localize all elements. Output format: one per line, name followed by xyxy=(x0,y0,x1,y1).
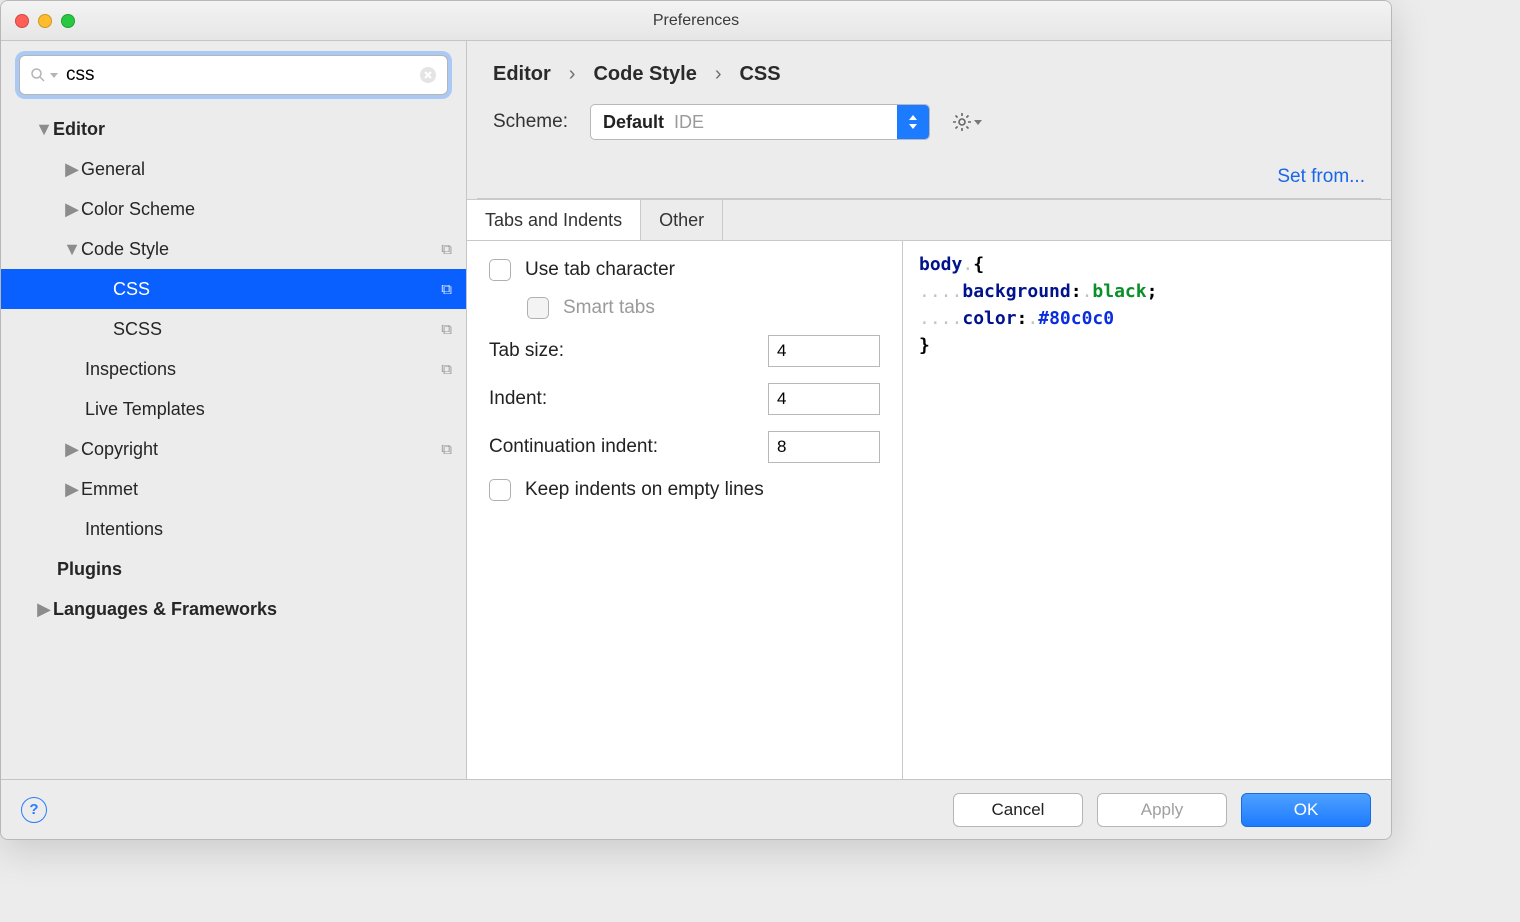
breadcrumb-item[interactable]: Code Style xyxy=(593,63,696,86)
checkbox-icon xyxy=(527,297,549,319)
tree-item-languages-frameworks[interactable]: ▶ Languages & Frameworks xyxy=(1,589,466,629)
tree-item-inspections[interactable]: Inspections ⧉ xyxy=(1,349,466,389)
titlebar: Preferences xyxy=(1,1,1391,41)
tree-label: Live Templates xyxy=(85,399,452,420)
minimize-icon[interactable] xyxy=(38,14,52,28)
checkbox-label: Use tab character xyxy=(525,259,675,281)
tree-item-editor[interactable]: ▼ Editor xyxy=(1,109,466,149)
scheme-actions-button[interactable] xyxy=(952,112,982,132)
checkbox-label: Smart tabs xyxy=(563,297,655,319)
field-label: Continuation indent: xyxy=(489,436,768,458)
breadcrumb-item: CSS xyxy=(739,63,780,86)
tree-item-plugins[interactable]: Plugins xyxy=(1,549,466,589)
tree-label: Intentions xyxy=(85,519,452,540)
search-dropdown-icon[interactable] xyxy=(50,71,58,79)
checkbox-icon xyxy=(489,479,511,501)
indent-field: Indent: xyxy=(489,383,880,415)
tab-tabs-indents[interactable]: Tabs and Indents xyxy=(467,200,641,240)
tab-bar: Tabs and Indents Other xyxy=(467,199,1391,241)
window-controls xyxy=(15,14,75,28)
breadcrumb-item[interactable]: Editor xyxy=(493,63,551,86)
sidebar: ▼ Editor ▶ General ▶ Color Scheme ▼ Code… xyxy=(1,41,467,779)
scope-icon: ⧉ xyxy=(441,441,452,458)
tree-label: General xyxy=(81,159,452,180)
scheme-scope: IDE xyxy=(674,112,704,133)
tree-label: Editor xyxy=(53,119,452,140)
tree-item-emmet[interactable]: ▶ Emmet xyxy=(1,469,466,509)
tree-item-code-style[interactable]: ▼ Code Style ⧉ xyxy=(1,229,466,269)
field-label: Tab size: xyxy=(489,340,768,362)
tree-item-live-templates[interactable]: Live Templates xyxy=(1,389,466,429)
chevron-right-icon: › xyxy=(715,63,722,86)
zoom-icon[interactable] xyxy=(61,14,75,28)
tab-size-input[interactable] xyxy=(768,335,880,367)
tree-label: Copyright xyxy=(81,439,441,460)
window-body: ▼ Editor ▶ General ▶ Color Scheme ▼ Code… xyxy=(1,41,1391,779)
search-input-wrapper[interactable] xyxy=(19,55,448,95)
tree-item-scss[interactable]: SCSS ⧉ xyxy=(1,309,466,349)
apply-button: Apply xyxy=(1097,793,1227,827)
ok-button[interactable]: OK xyxy=(1241,793,1371,827)
scheme-row: Scheme: Default IDE xyxy=(467,94,1391,162)
set-from-link[interactable]: Set from... xyxy=(467,162,1391,198)
search-icon xyxy=(30,67,46,83)
chevron-right-icon: ▶ xyxy=(63,439,81,460)
indent-form: Use tab character Smart tabs Tab size: I… xyxy=(467,241,903,779)
content-pane: Editor › Code Style › CSS Scheme: Defaul… xyxy=(467,41,1391,779)
use-tab-checkbox[interactable]: Use tab character xyxy=(489,259,880,281)
scheme-select[interactable]: Default IDE xyxy=(590,104,930,140)
tree-label: Emmet xyxy=(81,479,452,500)
keep-indents-checkbox[interactable]: Keep indents on empty lines xyxy=(489,479,880,501)
chevron-down-icon: ▼ xyxy=(35,119,53,140)
tree-item-color-scheme[interactable]: ▶ Color Scheme xyxy=(1,189,466,229)
tree-label: Code Style xyxy=(81,239,441,260)
tab-other[interactable]: Other xyxy=(641,200,723,240)
tree-label: SCSS xyxy=(113,319,441,340)
indent-input[interactable] xyxy=(768,383,880,415)
preferences-window: Preferences ▼ xyxy=(0,0,1392,840)
code-preview: body.{ ....background:.black; ....color:… xyxy=(903,241,1391,779)
chevron-down-icon: ▼ xyxy=(63,239,81,260)
tree-item-css[interactable]: CSS ⧉ xyxy=(1,269,466,309)
continuation-indent-field: Continuation indent: xyxy=(489,431,880,463)
tree-label: Color Scheme xyxy=(81,199,452,220)
tree-label: Inspections xyxy=(85,359,441,380)
cancel-button[interactable]: Cancel xyxy=(953,793,1083,827)
field-label: Indent: xyxy=(489,388,768,410)
smart-tabs-checkbox: Smart tabs xyxy=(527,297,880,319)
scheme-label: Scheme: xyxy=(493,111,568,133)
clear-search-icon[interactable] xyxy=(419,66,437,84)
tree-item-copyright[interactable]: ▶ Copyright ⧉ xyxy=(1,429,466,469)
help-button[interactable]: ? xyxy=(21,797,47,823)
scope-icon: ⧉ xyxy=(441,241,452,258)
tree-label: CSS xyxy=(113,279,441,300)
chevron-right-icon: ▶ xyxy=(35,599,53,620)
scope-icon: ⧉ xyxy=(441,361,452,378)
scope-icon: ⧉ xyxy=(441,321,452,338)
chevron-right-icon: ▶ xyxy=(63,159,81,180)
dropdown-caret-icon xyxy=(897,105,929,139)
tab-content: Use tab character Smart tabs Tab size: I… xyxy=(467,241,1391,779)
settings-tree: ▼ Editor ▶ General ▶ Color Scheme ▼ Code… xyxy=(1,105,466,779)
tree-label: Plugins xyxy=(57,559,452,580)
tree-item-intentions[interactable]: Intentions xyxy=(1,509,466,549)
tree-item-general[interactable]: ▶ General xyxy=(1,149,466,189)
close-icon[interactable] xyxy=(15,14,29,28)
window-title: Preferences xyxy=(13,12,1379,30)
breadcrumb: Editor › Code Style › CSS xyxy=(467,41,1391,94)
chevron-right-icon: ▶ xyxy=(63,479,81,500)
tree-label: Languages & Frameworks xyxy=(53,599,452,620)
footer: ? Cancel Apply OK xyxy=(1,779,1391,839)
scope-icon: ⧉ xyxy=(441,281,452,298)
gear-icon xyxy=(952,112,972,132)
scheme-name: Default xyxy=(603,112,664,133)
chevron-right-icon: ▶ xyxy=(63,199,81,220)
checkbox-icon xyxy=(489,259,511,281)
search-input[interactable] xyxy=(64,63,419,87)
chevron-down-icon xyxy=(974,118,982,126)
checkbox-label: Keep indents on empty lines xyxy=(525,479,764,501)
chevron-right-icon: › xyxy=(569,63,576,86)
tab-size-field: Tab size: xyxy=(489,335,880,367)
continuation-indent-input[interactable] xyxy=(768,431,880,463)
